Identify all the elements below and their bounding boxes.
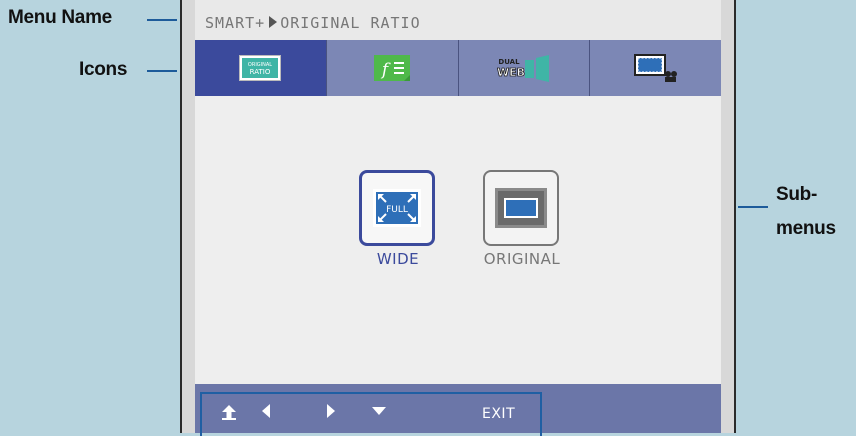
callout-line-menu-name [147, 19, 177, 21]
breadcrumb-arrow-icon [269, 16, 278, 28]
original-screen-icon [495, 188, 547, 228]
original-ratio-icon: ORIGINAL RATIO [239, 55, 282, 81]
bottom-button-bar: EXIT [195, 384, 721, 436]
tab-dual-web[interactable]: DUAL WEB [458, 40, 591, 96]
dual-web-icon-top: DUAL [498, 58, 520, 66]
dual-web-icon: DUAL WEB [497, 55, 549, 82]
down-arrow-icon [372, 407, 386, 415]
right-arrow-button[interactable] [326, 404, 336, 418]
up-arrow-button[interactable] [221, 404, 237, 420]
callout-submenus: Sub- menus [776, 178, 836, 246]
up-arrow-icon [222, 405, 236, 420]
cinema-mode-icon [633, 54, 677, 82]
right-arrow-icon [327, 404, 335, 418]
tab-original-ratio[interactable]: ORIGINAL RATIO [195, 40, 327, 96]
option-wide-label: WIDE [376, 250, 420, 268]
left-arrow-button[interactable] [261, 404, 271, 418]
callout-submenus-line2: menus [776, 218, 836, 239]
callout-submenus-line1: Sub- [776, 184, 818, 205]
callout-menu-name: Menu Name [8, 7, 112, 28]
icon-tab-bar: ORIGINAL RATIO f DUAL WEB [195, 40, 721, 96]
menu-name-prefix: SMART+ [205, 14, 266, 32]
menu-name-suffix: ORIGINAL RATIO [280, 14, 421, 32]
f-engine-icon: f [374, 55, 411, 81]
full-icon-text: FULL [386, 205, 408, 215]
osd-menu: SMART+ ORIGINAL RATIO ORIGINAL RATIO f D… [195, 0, 721, 436]
exit-button[interactable]: EXIT [482, 406, 515, 422]
menu-name: SMART+ ORIGINAL RATIO [205, 14, 421, 32]
option-original-label: ORIGINAL [483, 250, 561, 268]
callout-line-submenus [738, 206, 768, 208]
option-original[interactable] [483, 170, 559, 246]
tab-cinema-mode[interactable] [590, 40, 721, 96]
option-wide[interactable]: FULL [359, 170, 435, 246]
dual-web-icon-bottom: WEB [497, 66, 525, 79]
full-screen-icon: FULL [373, 189, 421, 227]
original-ratio-icon-bottom: RATIO [250, 68, 271, 76]
submenu-area: FULL WIDE ORIGINAL [195, 96, 721, 384]
tab-f-engine[interactable]: f [326, 40, 459, 96]
down-arrow-button[interactable] [372, 406, 386, 416]
callout-line-icons [147, 70, 177, 72]
left-arrow-icon [262, 404, 270, 418]
menu-title-bar: SMART+ ORIGINAL RATIO [195, 0, 721, 40]
callout-icons: Icons [79, 59, 128, 80]
